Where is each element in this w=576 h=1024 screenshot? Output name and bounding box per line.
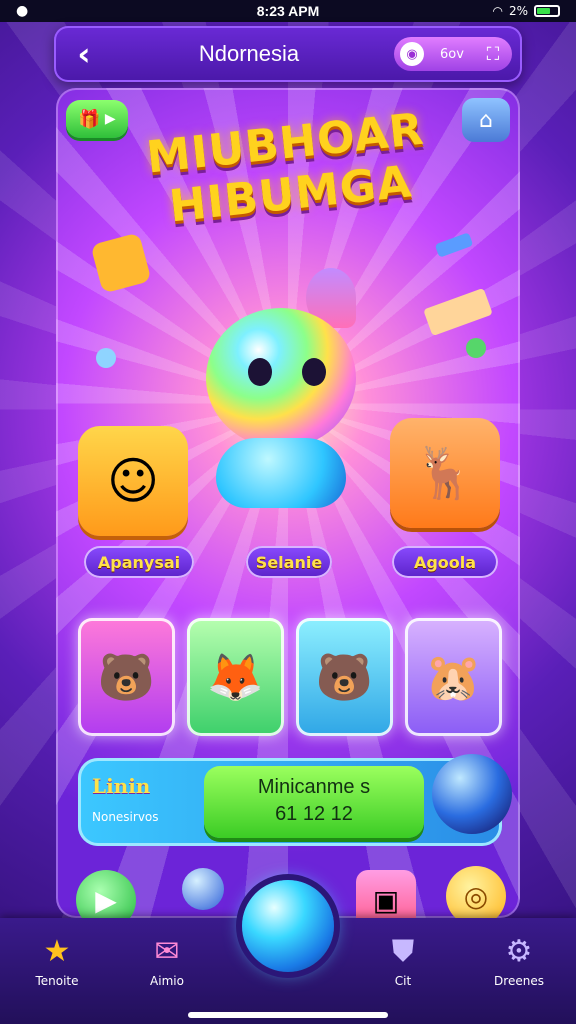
cart-icon[interactable]: ⛶ [480, 41, 506, 67]
wifi-icon: ◠ [492, 4, 503, 18]
tab-2-label: Aimio [150, 974, 184, 988]
character-tiles: 🐻 🦊 🐻 🐹 [78, 618, 502, 736]
coin-icon: ◉ [400, 42, 424, 66]
candy-green [466, 338, 486, 358]
battery-icon [534, 5, 560, 17]
coin-label: 6ov [440, 46, 464, 62]
battery-percent: 2% [508, 4, 528, 18]
hamster-character-tile[interactable]: 🐹 [405, 618, 502, 736]
envelope-icon: ✉ [154, 934, 180, 969]
tab-3[interactable]: ⛊ Cit [358, 934, 448, 989]
character-label-1[interactable]: Apanysai [84, 546, 194, 578]
minigames-button-line1: Minicanme s [257, 776, 371, 798]
tab-4[interactable]: ⚙ Dreenes [474, 934, 564, 989]
tab-4-label: Dreenes [494, 974, 544, 988]
mascot-character[interactable] [206, 268, 366, 508]
star-icon: ★ [43, 934, 71, 969]
gift-button[interactable]: 🎁 ▶ [66, 100, 128, 138]
page-title: Ndornesia [198, 41, 300, 66]
character-label-2[interactable]: Selanie [246, 546, 332, 578]
tab-3-label: Cit [394, 974, 412, 988]
camera-icon: ● [16, 3, 29, 19]
blue-orb-icon [432, 754, 512, 834]
fox-character-tile[interactable]: 🦊 [187, 618, 284, 736]
tab-2[interactable]: ✉ Aimio [122, 934, 212, 989]
banner-title: Linin [92, 774, 151, 798]
gift-icon: 🎁 [78, 108, 101, 130]
candy-dot [96, 348, 116, 368]
bear-character-tile[interactable]: 🐻 [78, 618, 175, 736]
minigames-button[interactable]: Minicanme s 61 12 12 [204, 766, 424, 838]
shield-icon: ⛊ [391, 934, 415, 969]
bear-hat-character-tile[interactable]: 🐻 [296, 618, 393, 736]
minigames-button-line2: 61 12 12 [275, 803, 353, 825]
status-time: 8:23 APM [256, 3, 320, 19]
banner-subtitle: Nonesirvos [92, 810, 159, 824]
character-label-3[interactable]: Agoola [392, 546, 498, 578]
tab-1[interactable]: ★ Tenoite [12, 934, 102, 989]
game-card: 🎁 ▶ ⌂ MIUBHOAR HIBUMGA ☺ 🦌 Apanysai Sela… [56, 88, 520, 918]
center-play-button[interactable] [242, 880, 334, 972]
play-icon[interactable]: ▶ [76, 870, 136, 918]
coin-button-icon[interactable]: ◎ [446, 866, 506, 918]
play-small-icon: ▶ [104, 111, 116, 127]
top-header: ‹ Ndornesia ◉ 6ov ⛶ [54, 26, 522, 82]
small-orb-icon [182, 868, 224, 910]
back-button[interactable]: ‹ [64, 34, 104, 74]
gear-icon: ⚙ [505, 934, 533, 969]
status-bar: ● 8:23 APM ◠ 2% [0, 0, 576, 22]
minigames-banner[interactable]: Linin Nonesirvos Minicanme s 61 12 12 [78, 754, 512, 846]
home-indicator [188, 1012, 388, 1018]
smiley-block-character[interactable]: ☺ [78, 426, 188, 536]
cube-icon[interactable]: ▣ [356, 870, 416, 918]
tab-1-label: Tenoite [35, 974, 79, 988]
currency-pill[interactable]: ◉ 6ov ⛶ [394, 37, 512, 71]
status-right: ◠ 2% [492, 4, 560, 18]
deer-character[interactable]: 🦌 [390, 418, 500, 528]
